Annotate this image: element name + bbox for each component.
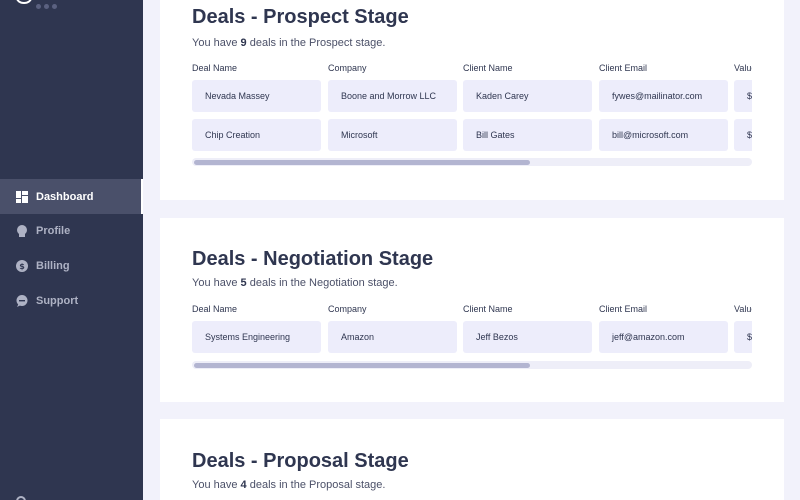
deals-table: Deal Name Company Client Name Client Ema… <box>192 63 752 168</box>
horizontal-scrollbar[interactable] <box>192 158 752 166</box>
sidebar-item-label: Profile <box>36 224 71 237</box>
svg-text:$: $ <box>19 262 25 271</box>
dashboard-icon <box>16 190 28 203</box>
table-cell[interactable]: Systems Engineering <box>192 321 321 353</box>
deals-table: Deal Name Company Client Name Client Ema… <box>192 304 752 374</box>
sidebar-item-label: Support <box>36 294 79 307</box>
negotiation-stage-card: Deals - Negotiation Stage You have 5 dea… <box>160 218 784 402</box>
sidebar-item-label: Dashboard <box>36 190 94 203</box>
chat-icon <box>16 294 28 307</box>
section-title: Deals - Proposal Stage <box>192 450 409 472</box>
section-title: Deals - Negotiation Stage <box>192 248 434 270</box>
column-header: Client Name <box>463 304 513 314</box>
logo-text-decoration <box>36 0 76 9</box>
column-header: Deal Name <box>192 63 238 73</box>
column-header: Client Name <box>463 63 513 73</box>
sidebar-item-label: Billing <box>36 259 70 272</box>
table-cell[interactable]: $ <box>734 119 752 151</box>
table-cell[interactable]: Kaden Carey <box>463 80 592 112</box>
page-title: Deals - Prospect Stage <box>192 6 409 28</box>
sidebar-item-profile[interactable]: Profile <box>0 213 143 248</box>
column-header: Client Email <box>599 63 648 73</box>
table-cell[interactable]: bill@microsoft.com <box>599 119 728 151</box>
table-cell[interactable]: Chip Creation <box>192 119 321 151</box>
table-cell[interactable]: Jeff Bezos <box>463 321 592 353</box>
deal-count-text: You have 4 deals in the Proposal stage. <box>192 479 386 491</box>
scrollbar-thumb[interactable] <box>194 363 530 368</box>
table-cell[interactable]: $ <box>734 80 752 112</box>
logo-icon <box>16 0 32 4</box>
deal-count-text: You have 5 deals in the Negotiation stag… <box>192 277 398 289</box>
user-icon <box>16 224 28 237</box>
table-cell[interactable]: Boone and Morrow LLC <box>328 80 457 112</box>
table-cell[interactable]: Microsoft <box>328 119 457 151</box>
column-header: Client Email <box>599 304 648 314</box>
column-header: Deal Name <box>192 304 238 314</box>
prospect-stage-card: Deals - Prospect Stage You have 9 deals … <box>160 0 784 200</box>
table-cell[interactable]: jeff@amazon.com <box>599 321 728 353</box>
proposal-stage-card: Deals - Proposal Stage You have 4 deals … <box>160 419 784 500</box>
sidebar-item-support[interactable]: Support <box>0 283 143 318</box>
table-cell[interactable]: Bill Gates <box>463 119 592 151</box>
column-header: Company <box>328 304 367 314</box>
table-cell[interactable]: fywes@mailinator.com <box>599 80 728 112</box>
column-header: Value <box>734 304 752 314</box>
sidebar-item-dashboard[interactable]: Dashboard <box>0 179 143 214</box>
scrollbar-thumb[interactable] <box>194 160 530 165</box>
sidebar-item-billing[interactable]: $ Billing <box>0 248 143 283</box>
table-cell[interactable]: Amazon <box>328 321 457 353</box>
table-cell[interactable]: Nevada Massey <box>192 80 321 112</box>
dollar-icon: $ <box>16 259 28 272</box>
column-header: Company <box>328 63 367 73</box>
collapse-icon[interactable] <box>16 496 26 500</box>
table-cell[interactable]: $ <box>734 321 752 353</box>
sidebar: Dashboard Profile $ Billing Support <box>0 0 143 500</box>
deal-count-text: You have 9 deals in the Prospect stage. <box>192 37 386 49</box>
horizontal-scrollbar[interactable] <box>192 361 752 369</box>
column-header: Value <box>734 63 752 73</box>
